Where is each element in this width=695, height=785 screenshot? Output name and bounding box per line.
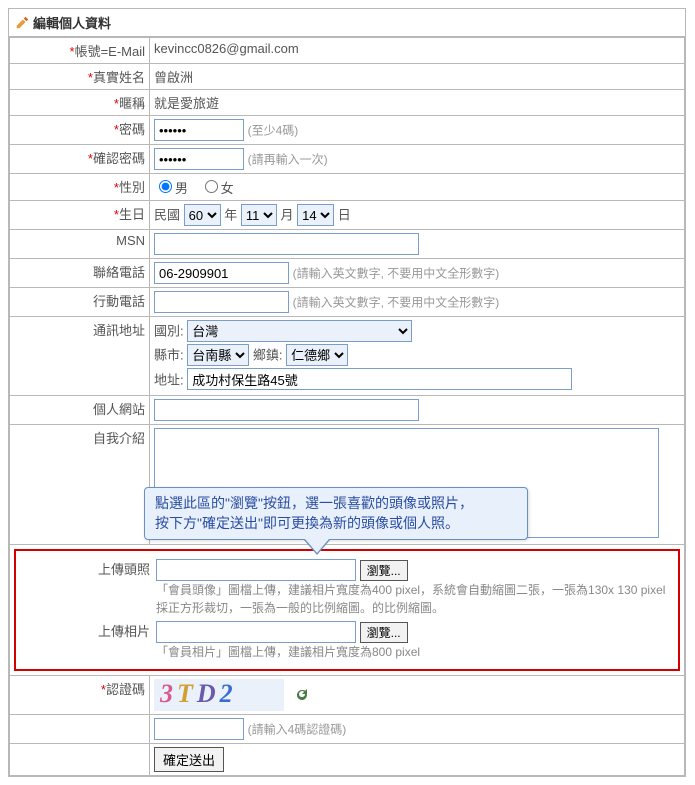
value-account: kevincc0826@gmail.com bbox=[154, 41, 299, 56]
gender-male-radio[interactable] bbox=[159, 180, 172, 193]
gender-female-radio[interactable] bbox=[205, 180, 218, 193]
label-website: 個人網站 bbox=[93, 402, 145, 417]
label-captcha: 認證碼 bbox=[106, 682, 145, 697]
county-select[interactable]: 台南縣 bbox=[187, 344, 249, 366]
label-photo: 上傳相片 bbox=[98, 624, 150, 639]
label-realname: 真實姓名 bbox=[93, 70, 145, 85]
label-intro: 自我介紹 bbox=[93, 431, 145, 446]
hint-confirm: (請再輸入一次) bbox=[248, 153, 328, 167]
label-account: 帳號=E-Mail bbox=[75, 44, 145, 59]
callout-tooltip: 點選此區的"瀏覽"按鈕，選一張喜歡的頭像或照片， 按下方"確定送出"即可更換為新… bbox=[144, 487, 528, 540]
upload-highlight-box: 點選此區的"瀏覽"按鈕，選一張喜歡的頭像或照片， 按下方"確定送出"即可更換為新… bbox=[14, 549, 680, 671]
value-realname: 曾啟洲 bbox=[154, 70, 193, 85]
day-select[interactable]: 14 bbox=[297, 204, 334, 226]
edit-profile-panel: 編輯個人資料 *帳號=E-Mail kevincc0826@gmail.com … bbox=[8, 8, 686, 777]
era-label: 民國 bbox=[154, 208, 180, 223]
confirm-input[interactable] bbox=[154, 148, 244, 170]
label-msn: MSN bbox=[116, 233, 145, 248]
photo-desc: 「會員相片」圖檔上傳，建議相片寬度為800 pixel bbox=[156, 643, 670, 661]
label-password: 密碼 bbox=[119, 122, 145, 137]
hint-mobile: (請輸入英文數字, 不要用中文全形數字) bbox=[293, 296, 500, 310]
label-gender: 性別 bbox=[119, 180, 145, 195]
hint-phone: (請輸入英文數字, 不要用中文全形數字) bbox=[293, 267, 500, 281]
website-input[interactable] bbox=[154, 399, 419, 421]
photo-path-input[interactable] bbox=[156, 621, 356, 643]
panel-header: 編輯個人資料 bbox=[9, 9, 685, 37]
avatar-browse-button[interactable]: 瀏覽... bbox=[360, 560, 408, 581]
value-nickname: 就是愛旅遊 bbox=[154, 96, 219, 111]
address-detail-input[interactable] bbox=[187, 368, 572, 390]
photo-browse-button[interactable]: 瀏覽... bbox=[360, 622, 408, 643]
avatar-path-input[interactable] bbox=[156, 559, 356, 581]
label-phone: 聯絡電話 bbox=[93, 265, 145, 280]
phone-input[interactable] bbox=[154, 262, 289, 284]
captcha-image: 3TD2 bbox=[154, 679, 284, 711]
label-birthday: 生日 bbox=[119, 207, 145, 222]
label-nickname: 暱稱 bbox=[119, 96, 145, 111]
avatar-desc: 「會員頭像」圖檔上傳，建議相片寬度為400 pixel，系統會自動縮圖二張，一張… bbox=[156, 581, 670, 617]
month-select[interactable]: 11 bbox=[241, 204, 277, 226]
label-confirm: 確認密碼 bbox=[93, 151, 145, 166]
msn-input[interactable] bbox=[154, 233, 419, 255]
panel-title: 編輯個人資料 bbox=[33, 13, 111, 32]
pencil-icon bbox=[15, 16, 29, 30]
gender-female-option[interactable]: 女 bbox=[200, 181, 234, 196]
refresh-captcha-icon[interactable] bbox=[294, 687, 310, 703]
password-input[interactable] bbox=[154, 119, 244, 141]
hint-password: (至少4碼) bbox=[248, 124, 299, 138]
label-avatar: 上傳頭照 bbox=[98, 562, 150, 577]
town-select[interactable]: 仁德鄉 bbox=[286, 344, 348, 366]
gender-male-option[interactable]: 男 bbox=[154, 181, 188, 196]
submit-button[interactable]: 確定送出 bbox=[154, 747, 224, 772]
country-select[interactable]: 台灣 bbox=[187, 320, 412, 342]
label-mobile: 行動電話 bbox=[93, 294, 145, 309]
captcha-input[interactable] bbox=[154, 718, 244, 740]
label-address: 通訊地址 bbox=[93, 323, 145, 338]
mobile-input[interactable] bbox=[154, 291, 289, 313]
year-select[interactable]: 60 bbox=[184, 204, 221, 226]
